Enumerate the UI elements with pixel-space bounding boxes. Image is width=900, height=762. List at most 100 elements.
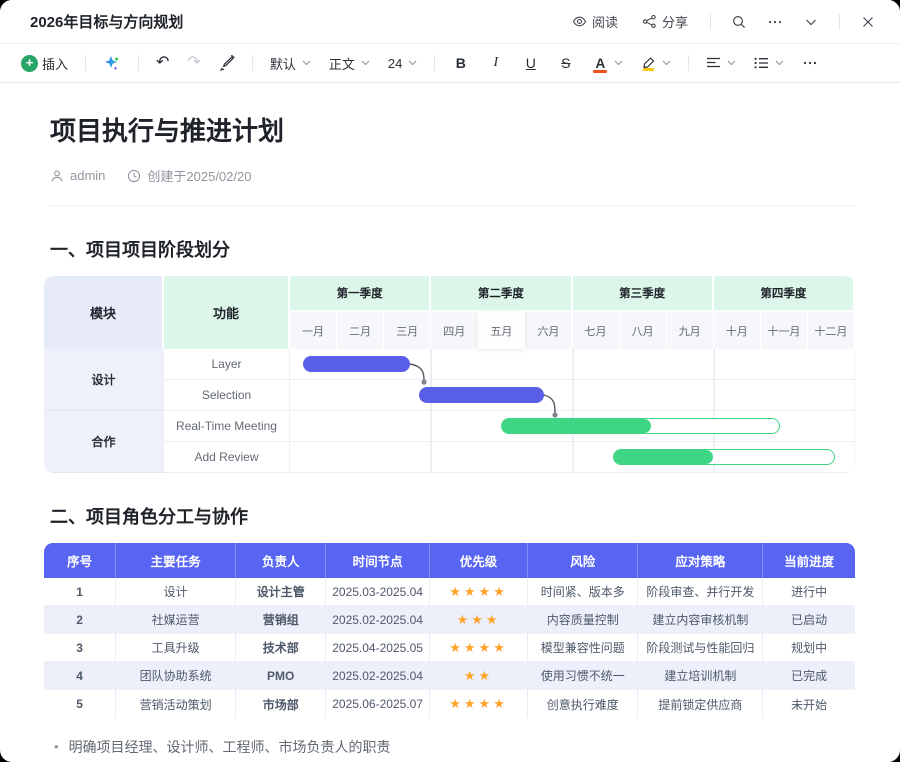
table-cell[interactable]: 4	[44, 662, 116, 690]
document-canvas[interactable]: 项目执行与推进计划 admin 创建于2025/02/20 一、项目项目阶段划分…	[0, 83, 900, 762]
table-cell[interactable]: 设计	[116, 578, 236, 606]
gantt-task-cell[interactable]: Add Review	[164, 442, 290, 473]
table-cell[interactable]: 3	[44, 634, 116, 662]
table-cell[interactable]: 提前锁定供应商	[638, 690, 763, 718]
roles-column-header[interactable]: 序号	[44, 543, 116, 578]
gantt-task-cell[interactable]: Layer	[164, 349, 290, 380]
gantt-header-module[interactable]: 模块	[44, 276, 164, 349]
table-cell[interactable]: 使用习惯不统一	[528, 662, 638, 690]
table-cell[interactable]: 2025.03-2025.04	[326, 578, 430, 606]
gantt-quarter-header[interactable]: 第四季度	[714, 276, 855, 312]
paragraph-style-dropdown[interactable]: 正文	[322, 50, 377, 77]
ai-assistant-button[interactable]	[96, 50, 128, 76]
priority-stars-cell[interactable]: ★★★★	[430, 634, 528, 662]
table-cell[interactable]: 设计主管	[236, 578, 326, 606]
table-cell[interactable]: 市场部	[236, 690, 326, 718]
priority-stars-cell[interactable]: ★★★	[430, 606, 528, 634]
gantt-body-cell[interactable]	[714, 411, 855, 442]
table-cell[interactable]: 2025.04-2025.05	[326, 634, 430, 662]
table-cell[interactable]: 技术部	[236, 634, 326, 662]
table-cell[interactable]: 2025.02-2025.04	[326, 606, 430, 634]
roles-column-header[interactable]: 时间节点	[326, 543, 430, 578]
table-cell[interactable]: 社媒运营	[116, 606, 236, 634]
priority-stars-cell[interactable]: ★★★★	[430, 690, 528, 718]
table-cell[interactable]: 2025.02-2025.04	[326, 662, 430, 690]
undo-button[interactable]: ↶	[149, 52, 176, 74]
table-cell[interactable]: 阶段审查、并行开发	[638, 578, 763, 606]
gantt-month-header[interactable]: 一月	[290, 312, 337, 349]
gantt-module-cell[interactable]: 合作	[44, 411, 164, 473]
table-cell[interactable]: 已启动	[763, 606, 855, 634]
gantt-quarter-header[interactable]: 第三季度	[573, 276, 714, 312]
gantt-body-cell[interactable]	[714, 349, 855, 380]
bold-button[interactable]: B	[445, 51, 476, 75]
insert-button[interactable]: + 插入	[14, 50, 75, 77]
table-cell[interactable]: 5	[44, 690, 116, 718]
alignment-dropdown[interactable]	[699, 53, 743, 73]
roles-column-header[interactable]: 应对策略	[638, 543, 763, 578]
table-cell[interactable]: 阶段测试与性能回归	[638, 634, 763, 662]
gantt-body-cell[interactable]	[431, 380, 572, 411]
gantt-body-cell[interactable]	[573, 380, 714, 411]
format-painter-button[interactable]	[212, 51, 242, 75]
list-dropdown[interactable]	[747, 53, 791, 73]
priority-stars-cell[interactable]: ★★	[430, 662, 528, 690]
gantt-body-cell[interactable]	[431, 442, 572, 473]
roles-column-header[interactable]: 优先级	[430, 543, 528, 578]
gantt-body-cell[interactable]	[431, 411, 572, 442]
table-cell[interactable]: 2025.06-2025.07	[326, 690, 430, 718]
table-cell[interactable]: 未开始	[763, 690, 855, 718]
gantt-body-cell[interactable]	[290, 349, 431, 380]
table-cell[interactable]: 1	[44, 578, 116, 606]
table-cell[interactable]: 建立内容审核机制	[638, 606, 763, 634]
font-size-dropdown[interactable]: 24	[381, 52, 424, 75]
redo-button[interactable]: ↷	[180, 52, 207, 74]
gantt-body-cell[interactable]	[573, 442, 714, 473]
close-icon[interactable]	[854, 8, 882, 36]
share-button[interactable]: 分享	[634, 8, 696, 35]
highlight-color-button[interactable]	[634, 53, 678, 74]
gantt-body-cell[interactable]	[290, 442, 431, 473]
gantt-month-header[interactable]: 六月	[525, 312, 572, 349]
roles-column-header[interactable]: 负责人	[236, 543, 326, 578]
underline-button[interactable]: U	[515, 51, 546, 75]
gantt-body-cell[interactable]	[573, 349, 714, 380]
gantt-month-header[interactable]: 十月	[714, 312, 761, 349]
collapse-toolbar-icon[interactable]	[797, 8, 825, 36]
strikethrough-button[interactable]: S	[550, 51, 581, 75]
table-cell[interactable]: 规划中	[763, 634, 855, 662]
table-cell[interactable]: 模型兼容性问题	[528, 634, 638, 662]
gantt-body-cell[interactable]	[573, 411, 714, 442]
priority-stars-cell[interactable]: ★★★★	[430, 578, 528, 606]
more-options-icon[interactable]	[761, 8, 789, 36]
gantt-task-cell[interactable]: Selection	[164, 380, 290, 411]
gantt-month-header[interactable]: 四月	[431, 312, 478, 349]
gantt-body-cell[interactable]	[290, 411, 431, 442]
roles-column-header[interactable]: 当前进度	[763, 543, 855, 578]
gantt-body-cell[interactable]	[431, 349, 572, 380]
toolbar-more-icon[interactable]	[795, 51, 825, 75]
gantt-month-header[interactable]: 五月	[478, 312, 525, 349]
gantt-body-cell[interactable]	[290, 380, 431, 411]
gantt-month-header[interactable]: 七月	[573, 312, 620, 349]
gantt-task-cell[interactable]: Real-Time Meeting	[164, 411, 290, 442]
table-cell[interactable]: 建立培训机制	[638, 662, 763, 690]
gantt-month-header[interactable]: 十一月	[761, 312, 808, 349]
gantt-quarter-header[interactable]: 第一季度	[290, 276, 431, 312]
table-cell[interactable]: 创意执行难度	[528, 690, 638, 718]
gantt-month-header[interactable]: 十二月	[808, 312, 855, 349]
gantt-header-function[interactable]: 功能	[164, 276, 290, 349]
table-cell[interactable]: PMO	[236, 662, 326, 690]
gantt-body-cell[interactable]	[714, 442, 855, 473]
gantt-quarter-header[interactable]: 第二季度	[431, 276, 572, 312]
table-cell[interactable]: 内容质量控制	[528, 606, 638, 634]
gantt-month-header[interactable]: 二月	[337, 312, 384, 349]
search-icon[interactable]	[725, 8, 753, 36]
gantt-month-header[interactable]: 八月	[620, 312, 667, 349]
table-cell[interactable]: 进行中	[763, 578, 855, 606]
italic-button[interactable]: I	[480, 51, 511, 75]
style-dropdown[interactable]: 默认	[263, 50, 318, 77]
table-cell[interactable]: 已完成	[763, 662, 855, 690]
table-cell[interactable]: 营销活动策划	[116, 690, 236, 718]
gantt-module-cell[interactable]: 设计	[44, 349, 164, 411]
